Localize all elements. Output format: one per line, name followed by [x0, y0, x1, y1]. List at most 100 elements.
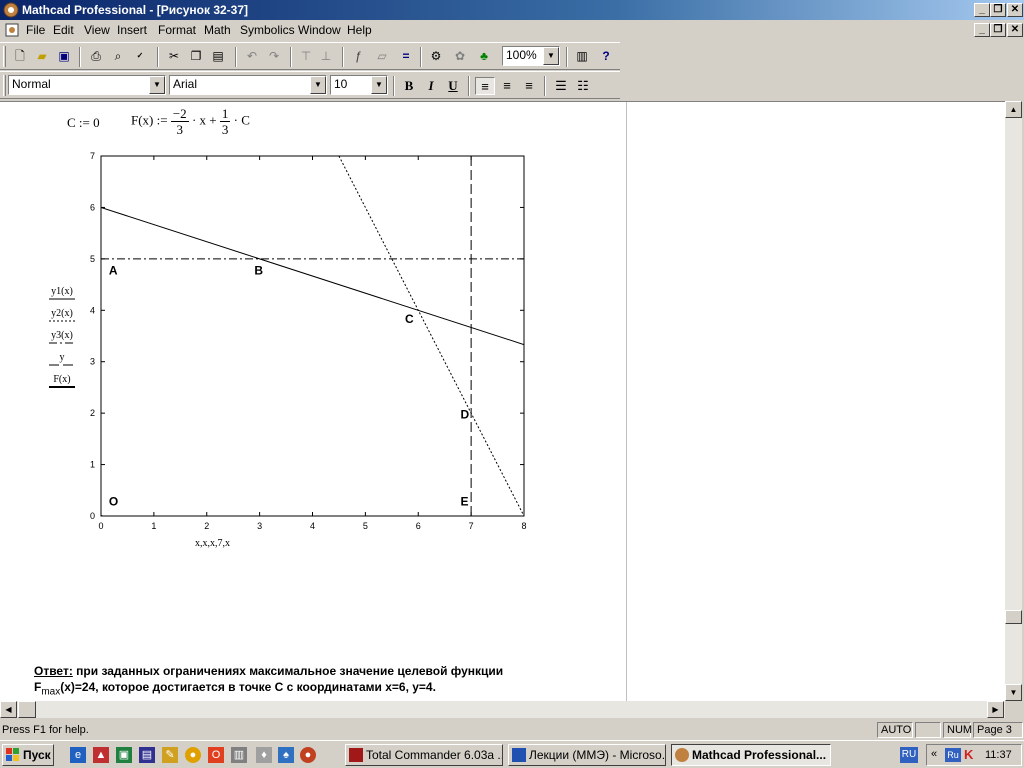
calculate-icon[interactable]: = [398, 48, 414, 64]
answer-text[interactable]: Ответ: при заданных ограничениях максима… [34, 663, 503, 700]
style-select[interactable]: Normal ▼ [8, 75, 166, 95]
opera-icon[interactable]: O [208, 747, 224, 763]
language-indicator[interactable]: RU [900, 747, 918, 763]
app-icon[interactable]: ▥ [231, 747, 247, 763]
underline-button[interactable]: U [443, 77, 463, 95]
app-icon[interactable]: ▲ [93, 747, 109, 763]
bold-button[interactable]: B [399, 77, 419, 95]
task-total-commander[interactable]: Total Commander 6.03a ... [345, 744, 503, 766]
document-icon[interactable] [5, 23, 19, 37]
xy-plot[interactable]: 0 1 2 3 4 5 6 7 8 0 1 2 3 4 5 6 7 A B C D O Ey1(x) y2(x) y3(x) yF… [0, 102, 560, 552]
series-line-1 [101, 206, 524, 346]
mathcad-icon [3, 2, 19, 18]
menu-insert[interactable]: Insert [117, 23, 147, 37]
app-icon[interactable]: ● [300, 747, 316, 763]
open-icon[interactable]: ▰ [34, 48, 50, 64]
scroll-right-button[interactable]: ▶ [987, 701, 1004, 718]
chevron-down-icon[interactable]: ▼ [149, 76, 165, 94]
style-value: Normal [12, 77, 51, 91]
new-icon[interactable]: 🗋 [12, 48, 28, 64]
hscroll-thumb[interactable] [18, 701, 36, 718]
align-right-icon[interactable]: ≡ [519, 77, 539, 95]
menu-edit[interactable]: Edit [53, 23, 74, 37]
app-icon[interactable]: ● [185, 747, 201, 763]
scroll-corner [1005, 701, 1022, 718]
doc-close-button[interactable]: ✕ [1007, 23, 1023, 37]
scroll-thumb[interactable] [1005, 610, 1022, 624]
component-icon[interactable]: ⚙ [428, 48, 444, 64]
start-button[interactable]: Пуск [2, 744, 54, 766]
y-axis-label: y2(x) [51, 308, 73, 319]
menu-help[interactable]: Help [347, 23, 372, 37]
antivirus-icon[interactable]: K [964, 747, 973, 762]
task-mathcad[interactable]: Mathcad Professional... [671, 744, 831, 766]
point-label-D: D [461, 407, 470, 421]
numbering-icon[interactable]: ☷ [573, 77, 593, 95]
size-select[interactable]: 10 ▼ [330, 75, 388, 95]
insert-function-icon[interactable]: ƒ [350, 48, 366, 64]
app-icon[interactable]: ▤ [139, 747, 155, 763]
cut-icon[interactable]: ✂ [166, 48, 182, 64]
menu-format[interactable]: Format [158, 23, 196, 37]
help-icon[interactable]: ? [598, 48, 614, 64]
italic-button[interactable]: I [421, 77, 441, 95]
bullets-icon[interactable]: ☰ [551, 77, 571, 95]
vertical-scrollbar[interactable]: ▲ ▼ [1005, 101, 1022, 701]
spellcheck-icon[interactable]: ✓ [132, 48, 148, 64]
redo-icon[interactable]: ↷ [266, 48, 282, 64]
doc-minimize-button[interactable]: _ [974, 23, 990, 37]
worksheet[interactable]: C := 0 F(x) := −2 3 · x + 1 3 · C 012345… [0, 101, 1005, 702]
print-preview-icon[interactable]: ⌕ [110, 48, 126, 64]
align-top-icon[interactable]: ⊤ [298, 48, 314, 64]
insert-unit-icon[interactable]: ▱ [374, 48, 390, 64]
font-value: Arial [173, 77, 198, 91]
resource-center-icon[interactable]: ▥ [574, 48, 590, 64]
restore-button[interactable]: ❐ [990, 3, 1006, 17]
ie-icon[interactable]: e [70, 747, 86, 763]
tray-language[interactable]: Ru [945, 748, 961, 762]
app-icon[interactable]: ♦ [256, 747, 272, 763]
align-down-icon[interactable]: ⊥ [318, 48, 334, 64]
resource-icon[interactable]: ✿ [452, 48, 468, 64]
align-center-icon[interactable]: ≡ [497, 77, 517, 95]
app-icon[interactable]: ▣ [116, 747, 132, 763]
doc-restore-button[interactable]: ❐ [990, 23, 1006, 37]
app-icon[interactable]: ✎ [162, 747, 178, 763]
menu-math[interactable]: Math [204, 23, 231, 37]
menu-file[interactable]: File [26, 23, 45, 37]
zoom-select[interactable]: 100% ▼ [502, 46, 560, 66]
scroll-down-button[interactable]: ▼ [1005, 684, 1022, 701]
menu-window[interactable]: Window [298, 23, 341, 37]
horizontal-scrollbar[interactable]: ◀ ▶ [0, 701, 1005, 718]
minimize-button[interactable]: _ [974, 3, 990, 17]
print-icon[interactable]: ⎙ [88, 48, 104, 64]
y-tick-label: 2 [90, 408, 95, 418]
tray-expand-icon[interactable]: « [931, 748, 937, 760]
undo-icon[interactable]: ↶ [244, 48, 260, 64]
scroll-up-button[interactable]: ▲ [1005, 101, 1022, 118]
copy-icon[interactable]: ❐ [188, 48, 204, 64]
task-word[interactable]: Лекции (ММЭ) - Microso... [508, 744, 666, 766]
save-icon[interactable]: ▣ [56, 48, 72, 64]
font-select[interactable]: Arial ▼ [169, 75, 327, 95]
paste-icon[interactable]: ▤ [210, 48, 226, 64]
chevron-down-icon[interactable]: ▼ [310, 76, 326, 94]
scroll-left-button[interactable]: ◀ [0, 701, 17, 718]
chevron-down-icon[interactable]: ▼ [543, 47, 559, 65]
point-label-E: E [461, 495, 469, 509]
page-break-line [626, 102, 627, 702]
tree-icon[interactable]: ♣ [476, 48, 492, 64]
menu-symbolics[interactable]: Symbolics [240, 23, 295, 37]
align-left-icon[interactable]: ≡ [475, 77, 495, 95]
chevron-down-icon[interactable]: ▼ [371, 76, 387, 94]
toolbar-grip[interactable] [3, 75, 6, 96]
x-tick-label: 8 [521, 521, 526, 531]
close-button[interactable]: ✕ [1007, 3, 1023, 17]
y-tick-label: 1 [90, 460, 95, 470]
y-tick-label: 4 [90, 305, 95, 315]
y-axis-label: y1(x) [51, 286, 73, 297]
app-icon[interactable]: ♠ [278, 747, 294, 763]
toolbar-grip[interactable] [3, 46, 6, 67]
menu-view[interactable]: View [84, 23, 110, 37]
y-tick-label: 6 [90, 202, 95, 212]
